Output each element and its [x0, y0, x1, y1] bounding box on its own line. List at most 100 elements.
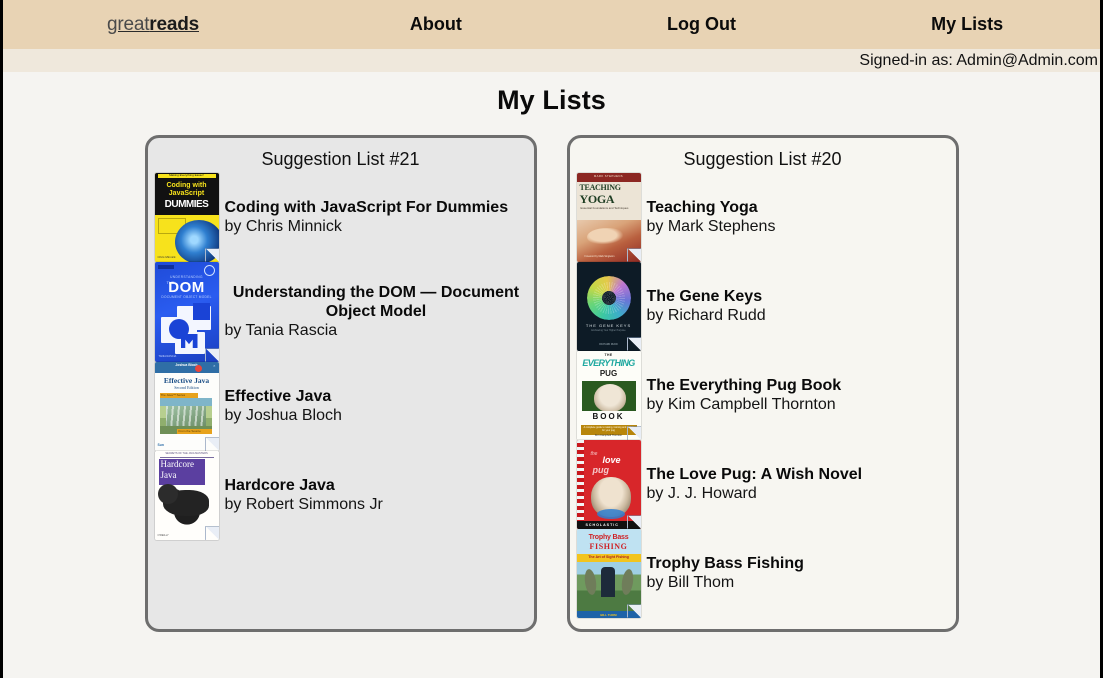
book-author: by Mark Stephens: [646, 218, 776, 235]
book-author: by Tania Rascia: [224, 322, 338, 339]
cover-title-line2: YOGA: [579, 192, 615, 206]
signed-in-strip: Signed-in as: Admin@Admin.com: [3, 49, 1100, 72]
page-content: My Lists Suggestion List #21 Making Ever…: [3, 72, 1100, 675]
cover-title-line1: Trophy Bass: [588, 534, 629, 541]
cover-book-word: BOOK: [592, 412, 625, 421]
cover-everything-word: EVERYTHING: [582, 358, 635, 368]
cover-spiral-binding: [576, 440, 584, 529]
cover-orb-inner: [592, 282, 625, 314]
nav-link-about[interactable]: About: [303, 14, 569, 35]
book-cover-image: SECRETS OF THE JAVA MASTERS Hardcore Jav…: [154, 451, 219, 540]
brand-logo[interactable]: greatreads: [3, 14, 303, 36]
cover-top-author: MARK STEPHENS: [593, 174, 624, 178]
book-list-item[interactable]: Trophy Bass FISHING The Art of Sight Fis…: [570, 529, 956, 618]
cover-band-label: The Art of Sight Fishing: [588, 554, 629, 559]
cover-subtitle: Embracing Your Higher Purpose: [591, 329, 626, 332]
cover-series-label: The Java™ Series: [160, 392, 186, 397]
cover-red-dot: [194, 364, 202, 372]
cover-footer: Foreword by Mark Singleton: [584, 255, 615, 259]
cover-publisher: O'REILLY: [157, 534, 169, 538]
book-author: by Richard Rudd: [646, 307, 766, 324]
book-title: Understanding the DOM — Document Object …: [232, 284, 520, 320]
cover-subtitle: Essential Foundations and Techniques: [580, 206, 629, 210]
book-list-item[interactable]: Making Everything Easier! Coding with Ja…: [148, 173, 534, 262]
cover-brand: DUMMIES: [164, 199, 209, 210]
book-title: Teaching Yoga: [646, 199, 758, 216]
book-meta: Coding with JavaScript For Dummies by Chr…: [219, 198, 528, 237]
cover-title-line1: Hardcore: [160, 459, 194, 469]
nav-link-logout[interactable]: Log Out: [569, 14, 835, 35]
book-cover-image: Trophy Bass FISHING The Art of Sight Fis…: [576, 529, 641, 618]
cover-top-author: Joshua Bloch: [175, 363, 198, 367]
book-cover-image: UNDERSTANDING THE DOM DOCUMENT OBJECT MO…: [154, 262, 219, 362]
cover-caption: DOCUMENT OBJECT MODEL: [161, 295, 212, 299]
navbar: greatreads About Log Out My Lists: [3, 0, 1100, 49]
suggestion-lists-row: Suggestion List #21 Making Everything Ea…: [3, 135, 1100, 632]
book-list-item[interactable]: THE GENE KEYS Embracing Your Higher Purp…: [570, 262, 956, 351]
book-title: Coding with JavaScript For Dummies: [224, 199, 509, 216]
nav-link-my-lists[interactable]: My Lists: [834, 14, 1100, 35]
book-meta: The Gene Keys by Richard Rudd: [641, 287, 950, 326]
book-list-item[interactable]: THE EVERYTHING PUG BOOK A complete guide…: [570, 351, 956, 440]
book-meta: The Everything Pug Book by Kim Campbell T…: [641, 376, 950, 415]
cover-x-mark: ×: [213, 363, 216, 368]
cover-footer: TANIA RASCIA: [158, 355, 177, 359]
book-meta: Understanding the DOM — Document Object …: [219, 283, 528, 341]
book-author: by Chris Minnick: [224, 218, 342, 235]
book-cover-image: Making Everything Easier! Coding with Ja…: [154, 173, 219, 262]
signed-in-text: Signed-in as: Admin@Admin.com: [859, 51, 1098, 69]
suggestion-list-title: Suggestion List #21: [261, 149, 420, 169]
brand-logo-bold: reads: [149, 13, 199, 35]
book-meta: Teaching Yoga by Mark Stephens: [641, 198, 950, 237]
book-cover-image: Joshua Bloch × Effective Java Second Edi…: [154, 362, 219, 451]
book-title: The Gene Keys: [646, 288, 763, 305]
cover-badge: [157, 265, 174, 269]
page-title: My Lists: [497, 85, 606, 115]
cover-title-line2: Java: [160, 470, 177, 480]
cover-lion-illustration: [156, 482, 217, 530]
brand-logo-light: great: [106, 13, 150, 35]
cover-publisher: SCHOLASTIC: [585, 522, 619, 527]
book-cover-image: the love pug SCHOLASTIC: [576, 440, 641, 529]
cover-edition: Second Edition: [174, 385, 199, 390]
book-cover-image: THE EVERYTHING PUG BOOK A complete guide…: [576, 351, 641, 440]
book-list-item[interactable]: SECRETS OF THE JAVA MASTERS Hardcore Jav…: [148, 451, 534, 540]
book-author: by J. J. Howard: [646, 485, 757, 502]
suggestion-list-card: Suggestion List #20 MARK STEPHENS TEACHI…: [566, 135, 959, 632]
cover-band-label: A complete guide to raising, training an…: [583, 426, 634, 432]
cover-the-word: the: [590, 451, 598, 457]
cover-author: Chris Minnick: [157, 254, 176, 259]
book-list-item[interactable]: Joshua Bloch × Effective Java Second Edi…: [148, 362, 534, 451]
cover-orb-graphic: [174, 220, 219, 262]
book-author: by Bill Thom: [646, 574, 735, 591]
cover-tagline: Making Everything Easier!: [157, 173, 216, 178]
book-meta: The Love Pug: A Wish Novel by J. J. Howar…: [641, 465, 950, 504]
book-title: The Everything Pug Book: [646, 377, 842, 394]
nav-links: About Log Out My Lists: [303, 14, 1100, 35]
book-list-item[interactable]: MARK STEPHENS TEACHING YOGA Essential Fo…: [570, 173, 956, 262]
book-meta: Trophy Bass Fishing by Bill Thom: [641, 554, 950, 593]
suggestion-list-title: Suggestion List #20: [683, 149, 842, 169]
cover-photo: [590, 477, 631, 519]
cover-author: RICHARD RUDD: [599, 343, 618, 347]
cover-title: DOM: [168, 279, 205, 296]
book-list-item[interactable]: UNDERSTANDING THE DOM DOCUMENT OBJECT MO…: [148, 262, 534, 362]
book-cover-image: THE GENE KEYS Embracing Your Higher Purp…: [576, 262, 641, 351]
cover-title-line2: JavaScript: [168, 190, 205, 197]
suggestion-list-card: Suggestion List #21 Making Everything Ea…: [144, 135, 537, 632]
book-meta: Hardcore Java by Robert Simmons Jr: [219, 476, 528, 515]
cover-pug-word: pug: [592, 465, 610, 475]
book-title: Trophy Bass Fishing: [646, 555, 804, 572]
cover-photo: [581, 381, 636, 411]
book-author: by Kim Campbell Thornton: [646, 396, 836, 413]
book-list-item[interactable]: the love pug SCHOLASTIC The Love Pug: A …: [570, 440, 956, 529]
cover-square-shape: [192, 303, 210, 320]
cover-publisher: Sun: [157, 443, 164, 448]
book-author: by Robert Simmons Jr: [224, 496, 383, 513]
book-title: The Love Pug: A Wish Novel: [646, 466, 863, 483]
cover-title: Effective Java: [163, 376, 210, 385]
book-meta: Effective Java by Joshua Bloch: [219, 387, 528, 426]
book-title: Effective Java: [224, 388, 332, 405]
cover-title-line1: Coding with: [166, 182, 207, 189]
cover-pug-word: PUG: [599, 369, 618, 378]
